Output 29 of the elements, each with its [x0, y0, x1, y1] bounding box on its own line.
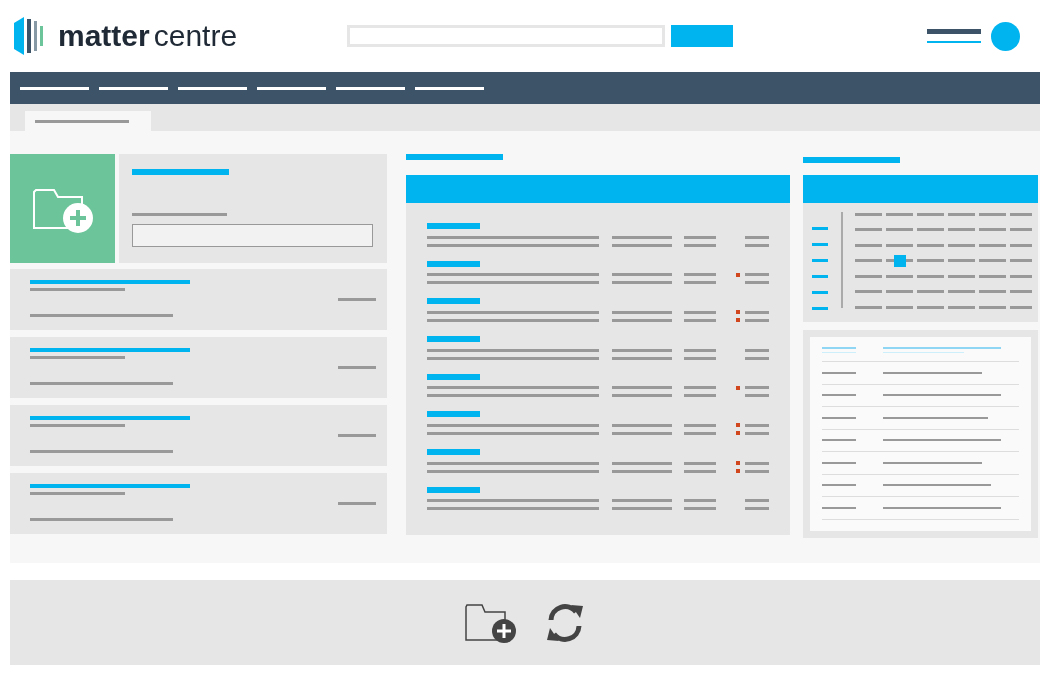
nav-item[interactable]	[99, 86, 168, 90]
nav-item[interactable]	[415, 86, 484, 90]
matter-card[interactable]	[10, 473, 387, 534]
week-label	[812, 243, 828, 246]
nav-item[interactable]	[20, 86, 89, 90]
tab[interactable]	[25, 111, 151, 131]
folder-plus-icon[interactable]	[465, 601, 517, 644]
logo-text: centre	[153, 21, 238, 51]
new-matter-tile[interactable]	[10, 154, 115, 263]
week-label	[812, 259, 828, 262]
week-label	[812, 291, 828, 294]
refresh-icon[interactable]	[545, 601, 585, 644]
week-label	[812, 227, 828, 230]
nav-item[interactable]	[257, 86, 326, 90]
matter-card[interactable]	[10, 337, 387, 398]
menu-icon[interactable]	[927, 29, 982, 43]
logo-text: matter	[58, 21, 150, 51]
matter-card[interactable]	[10, 405, 387, 466]
search-field[interactable]	[347, 25, 666, 47]
input-field[interactable]	[132, 224, 373, 247]
flag-icon	[736, 272, 740, 277]
matter-card[interactable]	[10, 269, 387, 330]
week-label	[812, 307, 828, 310]
nav-item[interactable]	[336, 86, 405, 90]
avatar[interactable]	[991, 21, 1021, 51]
calendar-day[interactable]	[886, 254, 913, 267]
flag-icon	[736, 385, 740, 390]
nav-item[interactable]	[178, 86, 247, 90]
week-label	[812, 275, 828, 278]
